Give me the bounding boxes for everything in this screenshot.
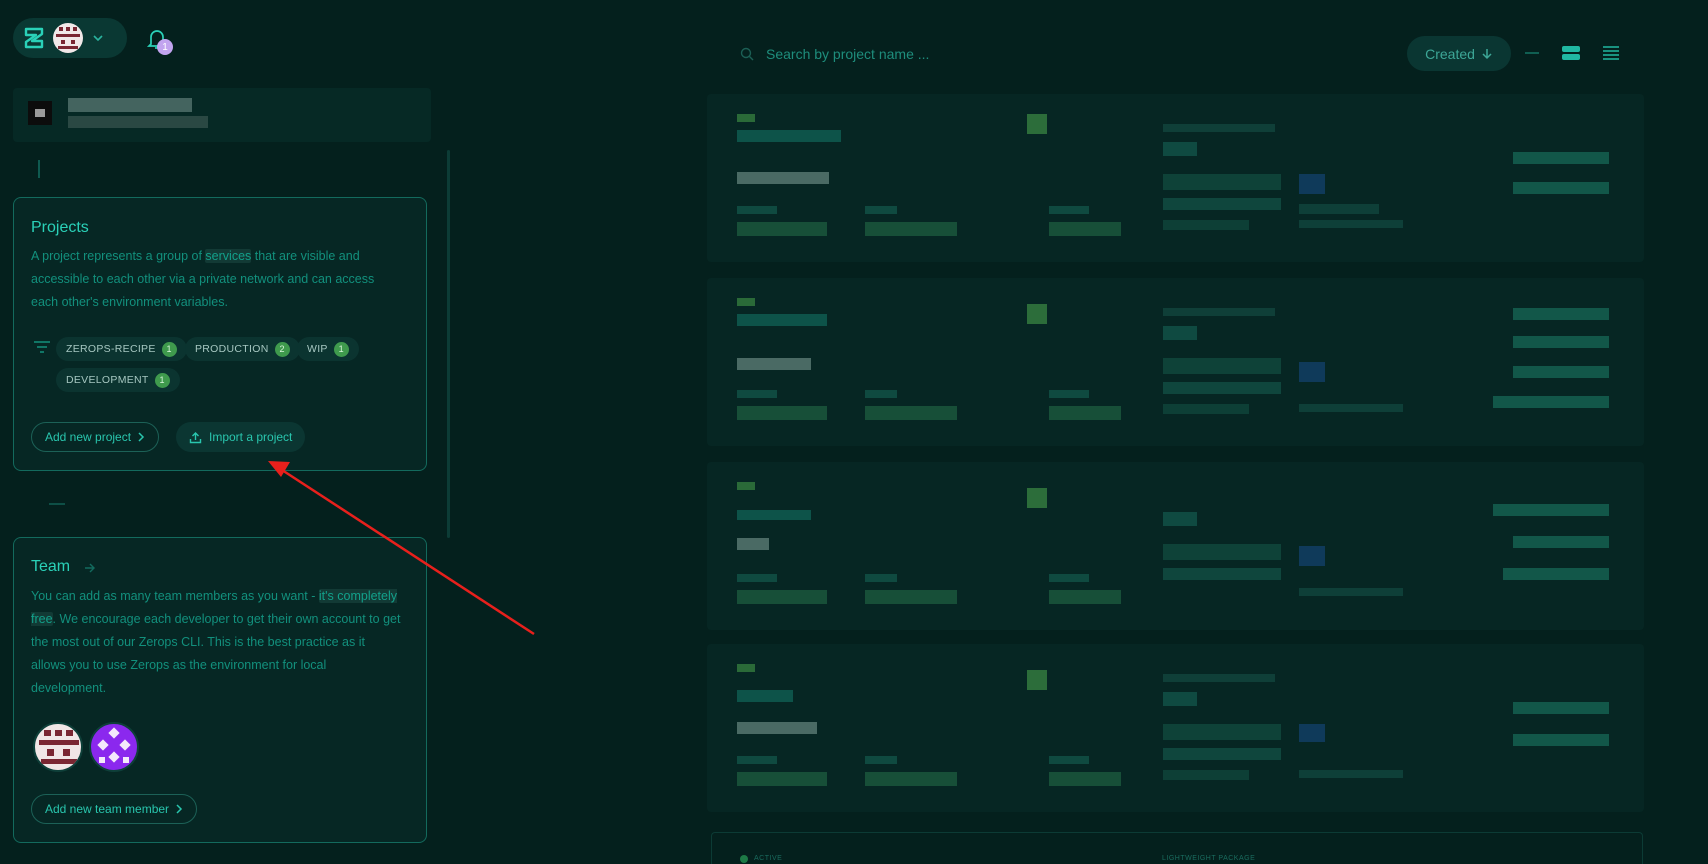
annotation-arrow-icon [268,461,535,636]
